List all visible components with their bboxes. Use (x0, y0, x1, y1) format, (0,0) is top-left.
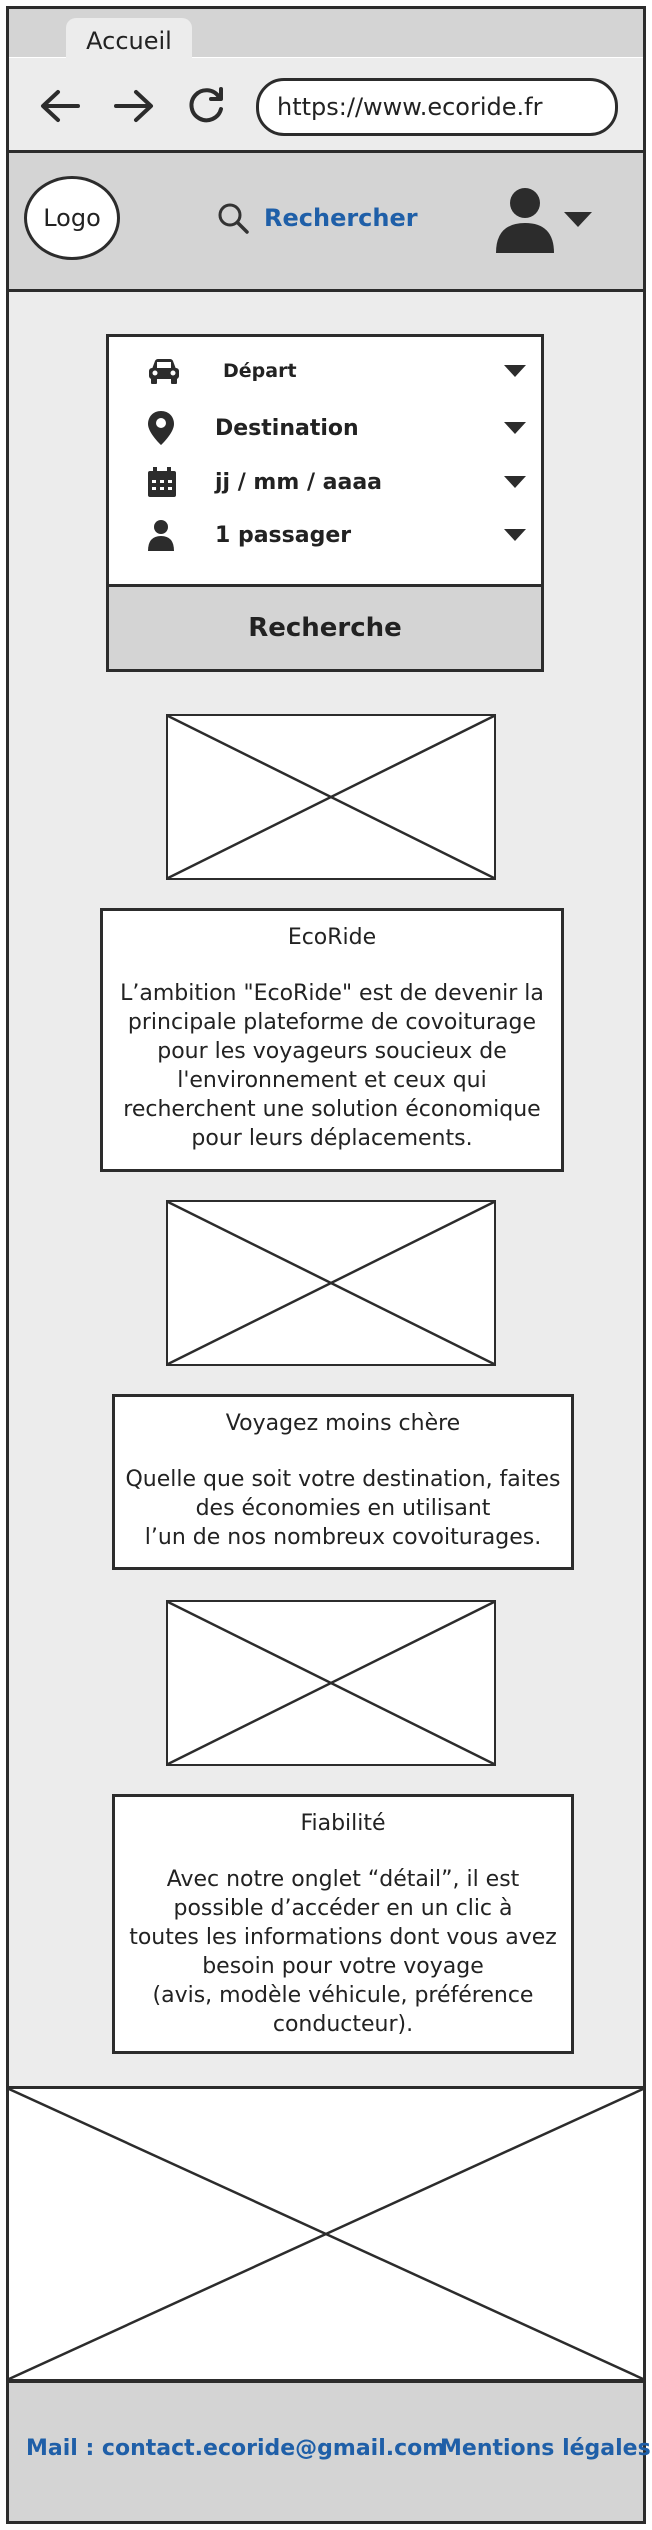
user-icon (494, 185, 556, 253)
footer-legal-link[interactable]: Mentions légales (440, 2436, 651, 2461)
map-pin-icon (147, 410, 187, 446)
reload-button[interactable] (180, 80, 232, 132)
search-link[interactable]: Rechercher (216, 198, 418, 238)
destination-label: Destination (215, 415, 359, 441)
section-body: L’ambition "EcoRide" est de devenir la p… (120, 981, 544, 1151)
footer-mail-link[interactable]: Mail : contact.ecoride@gmail.com (26, 2436, 445, 2461)
chevron-down-icon (497, 528, 527, 542)
section-card-reliability: Fiabilité Avec notre onglet “détail”, il… (112, 1794, 574, 2054)
search-submit-label: Recherche (248, 613, 402, 643)
footer-image-placeholder (6, 2086, 646, 2382)
chevron-down-icon (562, 209, 594, 229)
address-bar[interactable]: https://www.ecoride.fr (256, 78, 618, 136)
url-text: https://www.ecoride.fr (277, 93, 543, 121)
search-icon (216, 201, 250, 235)
search-link-label: Rechercher (264, 204, 418, 232)
chevron-down-icon (497, 364, 527, 378)
departure-label: Départ (223, 360, 297, 382)
image-placeholder (166, 1600, 496, 1766)
arrow-right-icon (112, 86, 156, 126)
person-icon (147, 519, 187, 551)
car-icon (147, 357, 187, 385)
date-input[interactable]: jj / mm / aaaa (147, 462, 527, 502)
date-label: jj / mm / aaaa (215, 469, 383, 495)
search-submit-button[interactable]: Recherche (106, 584, 544, 672)
arrow-left-icon (38, 86, 82, 126)
forward-button[interactable] (108, 80, 160, 132)
back-button[interactable] (34, 80, 86, 132)
section-title: EcoRide (287, 925, 377, 950)
section-body: Avec notre onglet “détail”, il est possi… (129, 1867, 557, 2037)
logo[interactable]: Logo (24, 176, 120, 260)
passengers-select[interactable]: 1 passager (147, 515, 527, 555)
section-card-savings: Voyagez moins chère Quelle que soit votr… (112, 1394, 574, 1570)
passengers-label: 1 passager (215, 522, 352, 548)
reload-icon (185, 85, 227, 127)
section-card-ecoride: EcoRide L’ambition "EcoRide" est de deve… (100, 908, 564, 1172)
tab-label: Accueil (86, 27, 172, 55)
chevron-down-icon (497, 475, 527, 489)
calendar-icon (147, 466, 187, 498)
section-title: Voyagez moins chère (225, 1411, 461, 1436)
departure-select[interactable]: Départ (147, 351, 527, 391)
section-body: Quelle que soit votre destination, faite… (125, 1467, 561, 1550)
user-menu[interactable] (494, 184, 604, 254)
logo-label: Logo (43, 204, 101, 232)
destination-select[interactable]: Destination (147, 408, 527, 448)
chevron-down-icon (497, 421, 527, 435)
section-title: Fiabilité (300, 1811, 386, 1836)
image-placeholder (166, 714, 496, 880)
image-placeholder (166, 1200, 496, 1366)
